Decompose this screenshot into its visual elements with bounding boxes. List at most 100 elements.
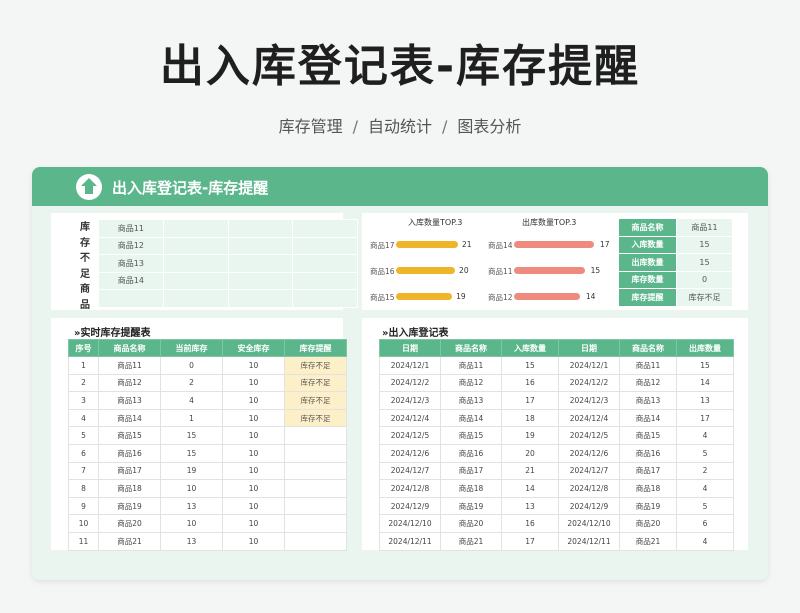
bar-mark[interactable] — [514, 293, 580, 300]
table-cell: 商品13 — [619, 391, 677, 410]
table-cell: 2024/12/8 — [379, 479, 441, 498]
shortage-panel — [51, 213, 343, 310]
table-cell: 5 — [676, 496, 734, 516]
table-cell: 17 — [676, 408, 734, 428]
table-row[interactable]: 2 商品12 2 10 库存不足 — [68, 373, 347, 393]
table-row[interactable]: 10 商品20 10 10 — [68, 514, 347, 533]
bar-mark[interactable] — [396, 267, 456, 274]
table-cell: 10 — [68, 514, 99, 533]
table-cell: 商品15 — [440, 426, 502, 445]
table-cell: 17 — [501, 391, 559, 410]
table-row[interactable]: 1 商品11 0 10 库存不足 — [68, 356, 347, 375]
table-cell: 11 — [68, 531, 99, 551]
table-row[interactable]: 2024/12/4 商品14 18 2024/12/4 商品14 17 — [379, 408, 734, 428]
table-row[interactable]: 8 商品18 10 10 — [68, 479, 347, 498]
table-cell: 4 — [676, 479, 734, 498]
table-cell: 2024/12/3 — [558, 391, 620, 410]
table-cell: 库存不足 — [284, 356, 347, 375]
table-row[interactable]: 2024/12/1 商品11 15 2024/12/1 商品11 15 — [379, 356, 734, 375]
table-cell: 21 — [501, 461, 559, 481]
table-cell: 商品20 — [440, 514, 502, 533]
table-cell: 商品20 — [619, 514, 677, 533]
card-header: 出入库登记表-库存提醒 — [32, 167, 768, 206]
card-header-title: 出入库登记表-库存提醒 — [112, 179, 269, 197]
table-cell: 2024/12/1 — [379, 356, 441, 375]
table-row[interactable]: 4 商品14 1 10 库存不足 — [68, 408, 347, 428]
table-cell: 商品14 — [619, 408, 677, 428]
table-cell: 10 — [160, 479, 223, 498]
table-cell: 商品11 — [98, 356, 161, 375]
table-cell — [284, 496, 347, 516]
table-row[interactable]: 2024/12/5 商品15 19 2024/12/5 商品15 4 — [379, 426, 734, 445]
table-cell: 16 — [501, 373, 559, 393]
table-cell: 2024/12/7 — [558, 461, 620, 481]
table-cell: 商品18 — [98, 479, 161, 498]
table-cell: 4 — [68, 408, 99, 428]
subtitle-item: 自动统计 — [367, 117, 432, 136]
table-cell — [284, 479, 347, 498]
table-cell — [284, 514, 347, 533]
table-cell: 商品16 — [619, 443, 677, 463]
table-row[interactable]: 2024/12/7 商品17 21 2024/12/7 商品17 2 — [379, 461, 734, 481]
table-cell: 6 — [68, 443, 99, 463]
table-cell: 15 — [160, 443, 223, 463]
table-cell: 商品12 — [440, 373, 502, 393]
table-cell: 10 — [222, 443, 285, 463]
log-table: 日期 商品名称 入库数量 日期 商品名称 出库数量 2024/12/1 商品11 15 2024/… — [379, 339, 734, 551]
table-row[interactable]: 6 商品16 15 10 — [68, 443, 347, 463]
table-cell: 2024/12/3 — [379, 391, 441, 410]
table-row[interactable]: 3 商品13 4 10 库存不足 — [68, 391, 347, 410]
table-cell: 商品18 — [440, 479, 502, 498]
table-cell: 6 — [676, 514, 734, 533]
table-row[interactable]: 2024/12/3 商品13 17 2024/12/3 商品13 13 — [379, 391, 734, 410]
table-cell: 16 — [501, 514, 559, 533]
table-cell: 1 — [160, 408, 223, 428]
table-cell: 商品21 — [440, 531, 502, 551]
table-cell: 商品20 — [98, 514, 161, 533]
table-row[interactable]: 7 商品17 19 10 — [68, 461, 347, 481]
table-cell: 商品19 — [98, 496, 161, 516]
table-cell: 4 — [676, 426, 734, 445]
table-cell: 15 — [676, 356, 734, 375]
table-cell: 2024/12/2 — [558, 373, 620, 393]
subtitle-separator: / — [442, 117, 448, 136]
bar-mark[interactable] — [396, 293, 453, 300]
table-cell: 1 — [68, 356, 99, 375]
table-cell: 2 — [160, 373, 223, 393]
table-cell: 商品16 — [98, 443, 161, 463]
table-row[interactable]: 9 商品19 13 10 — [68, 496, 347, 516]
table-row[interactable]: 5 商品15 15 10 — [68, 426, 347, 445]
bar-mark[interactable] — [396, 241, 458, 248]
table-cell: 13 — [160, 531, 223, 551]
table-cell: 2024/12/9 — [558, 496, 620, 516]
table-row[interactable]: 2024/12/2 商品12 16 2024/12/2 商品12 14 — [379, 373, 734, 393]
table-cell: 2024/12/11 — [379, 531, 441, 551]
table-cell: 商品15 — [98, 426, 161, 445]
table-row[interactable]: 2024/12/11 商品21 17 2024/12/11 商品21 4 — [379, 531, 734, 551]
table-cell: 2024/12/9 — [379, 496, 441, 516]
table-cell: 13 — [160, 496, 223, 516]
page-subtitle: 库存管理 / 自动统计 / 图表分析 — [0, 113, 800, 137]
table-cell — [284, 426, 347, 445]
table-cell: 商品11 — [440, 356, 502, 375]
table-row[interactable]: 2024/12/6 商品16 20 2024/12/6 商品16 5 — [379, 443, 734, 463]
table-cell: 10 — [222, 373, 285, 393]
table-cell: 商品19 — [619, 496, 677, 516]
table-row[interactable]: 11 商品21 13 10 — [68, 531, 347, 551]
bar-mark[interactable] — [514, 241, 594, 248]
table-row[interactable]: 2024/12/9 商品19 13 2024/12/9 商品19 5 — [379, 496, 734, 516]
table-cell: 2024/12/6 — [379, 443, 441, 463]
table-cell: 2024/12/6 — [558, 443, 620, 463]
table-cell: 4 — [676, 531, 734, 551]
table-cell: 4 — [160, 391, 223, 410]
table-cell: 2024/12/5 — [379, 426, 441, 445]
table-cell: 2 — [676, 461, 734, 481]
table-cell: 2024/12/2 — [379, 373, 441, 393]
table-cell: 13 — [501, 496, 559, 516]
page-title: 出入库登记表-库存提醒 — [159, 41, 641, 92]
home-icon[interactable] — [76, 174, 102, 200]
table-row[interactable]: 2024/12/8 商品18 14 2024/12/8 商品18 4 — [379, 479, 734, 498]
table-row[interactable]: 2024/12/10 商品20 16 2024/12/10 商品20 6 — [379, 514, 734, 533]
table-cell: 商品18 — [619, 479, 677, 498]
bar-mark[interactable] — [514, 267, 585, 274]
